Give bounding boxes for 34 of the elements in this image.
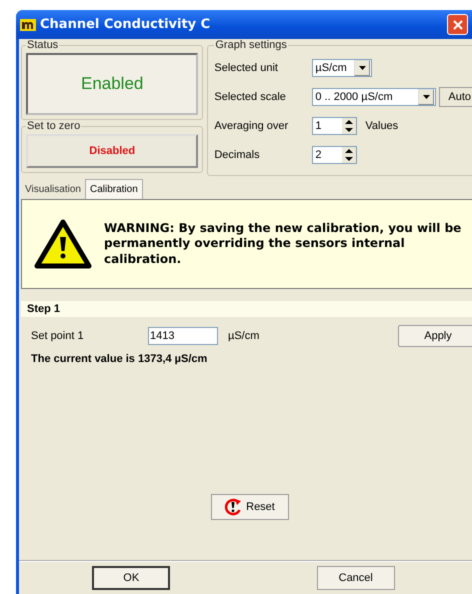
warning-icon bbox=[34, 219, 92, 269]
auto-button[interactable]: Auto bbox=[439, 86, 472, 106]
app-logo-icon bbox=[20, 18, 36, 30]
dialog-button[interactable]: OK bbox=[92, 566, 170, 590]
unit-label: Values bbox=[365, 120, 398, 132]
status-text: Enabled bbox=[80, 74, 144, 94]
group-label: Status bbox=[26, 39, 60, 51]
spinner-field[interactable]: 2 bbox=[312, 146, 358, 164]
set-point-input[interactable]: 1413 bbox=[148, 327, 218, 345]
spinner-field[interactable]: 1 bbox=[312, 116, 358, 134]
reset-button[interactable]: Reset bbox=[210, 494, 288, 520]
setting-label: Selected scale bbox=[214, 90, 287, 102]
dialog-button[interactable]: Cancel bbox=[316, 566, 395, 590]
dropdown[interactable]: µS/cm bbox=[312, 58, 372, 76]
current-value-text: The current value is 1373,4 µS/cm bbox=[31, 353, 208, 365]
spinner-arrows-icon bbox=[342, 146, 356, 162]
set-to-zero-button[interactable]: Disabled bbox=[26, 134, 198, 168]
setting-label: Decimals bbox=[214, 148, 261, 160]
group-label: Set to zero bbox=[26, 120, 82, 132]
setting-label: Selected unit bbox=[214, 62, 279, 74]
window-title: Channel Conductivity C bbox=[40, 17, 210, 32]
apply-button[interactable]: Apply bbox=[398, 325, 472, 347]
step-title: Step 1 bbox=[21, 301, 472, 317]
close-icon bbox=[452, 20, 462, 30]
setting-label: Averaging over bbox=[214, 120, 290, 132]
warning-text: WARNING: By saving the new calibration, you will be permanently overriding the sensors internal calibration. bbox=[104, 220, 462, 268]
reset-icon bbox=[224, 498, 242, 516]
spinner-arrows-icon bbox=[342, 118, 356, 134]
tab[interactable]: Calibration bbox=[84, 179, 143, 199]
close-button[interactable] bbox=[447, 14, 468, 35]
field-label: Set point 1 bbox=[31, 330, 85, 342]
dropdown[interactable]: 0 .. 2000 µS/cm bbox=[312, 88, 436, 106]
unit-label: µS/cm bbox=[228, 330, 260, 342]
group-label: Graph settings bbox=[214, 39, 288, 51]
